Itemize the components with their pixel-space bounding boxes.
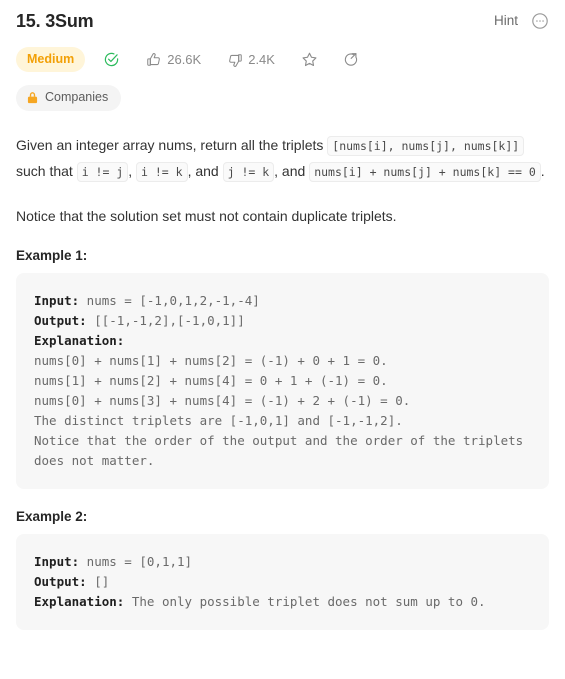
example-2-output-value: [] [86, 574, 110, 589]
like-button[interactable]: 26.6K [146, 52, 201, 68]
description-paragraph-2: Notice that the solution set must not co… [16, 208, 397, 224]
companies-badge[interactable]: Companies [16, 85, 122, 111]
page-title: 15. 3Sum [16, 11, 94, 31]
status-badge-difficulty[interactable]: Medium [16, 47, 86, 72]
code-sum-zero: nums[i] + nums[j] + nums[k] == 0 [309, 162, 541, 182]
share-button[interactable] [343, 51, 360, 68]
description-paragraph-1: Given an integer array nums, return all … [16, 133, 549, 185]
favorite-button[interactable] [301, 51, 318, 68]
ellipsis-circle-icon[interactable] [531, 12, 549, 30]
star-outline-icon [301, 51, 318, 68]
thumbs-up-icon [146, 52, 162, 68]
code-i-ne-j: i != j [76, 162, 129, 182]
problem-page: 15. 3Sum Hint Medium 26.6K 2.4K Companie… [0, 0, 565, 679]
code-i-ne-k: i != k [136, 162, 188, 182]
desc-text-4: , and [187, 163, 223, 179]
example-1-code: Input: nums = [-1,0,1,2,-1,-4] Output: [… [34, 291, 531, 471]
example-2-input-value: nums = [0,1,1] [79, 554, 193, 569]
example-1-title: Example 1: [16, 248, 88, 263]
dislike-count: 2.4K [248, 52, 275, 67]
example-1-output-label: Output: [34, 313, 87, 328]
example-1-explanation-value: nums[0] + nums[1] + nums[2] = (-1) + 0 +… [34, 353, 524, 468]
code-j-ne-k: j != k [222, 162, 275, 182]
thumbs-down-icon [227, 52, 243, 68]
example-1-explanation-label: Explanation: [34, 333, 125, 348]
example-2-input-label: Input: [34, 554, 80, 569]
example-2-block: Input: nums = [0,1,1] Output: [] Explana… [16, 534, 549, 630]
desc-text-6: . [540, 163, 545, 179]
example-2-code: Input: nums = [0,1,1] Output: [] Explana… [34, 552, 531, 612]
lock-icon [27, 91, 38, 104]
desc-text-3: , [128, 163, 137, 179]
example-2: Example 2: Input: nums = [0,1,1] Output:… [16, 509, 549, 630]
companies-row: Companies [16, 85, 549, 111]
check-circle-icon [103, 51, 120, 68]
example-2-title: Example 2: [16, 509, 88, 524]
example-2-explanation-value: The only possible triplet does not sum u… [124, 594, 486, 609]
code-triplets: [nums[i], nums[j], nums[k]] [327, 136, 525, 156]
example-2-output-label: Output: [34, 574, 87, 589]
desc-text-2: such that [16, 163, 77, 179]
problem-description: Given an integer array nums, return all … [16, 133, 549, 229]
share-circle-icon [343, 51, 360, 68]
example-1-input-label: Input: [34, 293, 80, 308]
hint-button[interactable]: Hint [494, 12, 518, 30]
example-1-input-value: nums = [-1,0,1,2,-1,-4] [79, 293, 260, 308]
example-1-output-value: [[-1,-1,2],[-1,0,1]] [86, 313, 245, 328]
header-actions: Hint [494, 9, 549, 30]
desc-text-1: Given an integer array nums, return all … [16, 137, 328, 153]
solved-status [103, 51, 120, 68]
desc-text-5: , and [274, 163, 310, 179]
dislike-button[interactable]: 2.4K [227, 52, 275, 68]
like-count: 26.6K [167, 52, 202, 67]
problem-header: 15. 3Sum Hint [16, 0, 549, 33]
example-2-explanation-label: Explanation: [34, 594, 125, 609]
problem-meta-row: Medium 26.6K 2.4K [16, 47, 549, 72]
example-1-block: Input: nums = [-1,0,1,2,-1,-4] Output: [… [16, 273, 549, 489]
example-1: Example 1: Input: nums = [-1,0,1,2,-1,-4… [16, 248, 549, 489]
companies-label: Companies [45, 90, 109, 104]
